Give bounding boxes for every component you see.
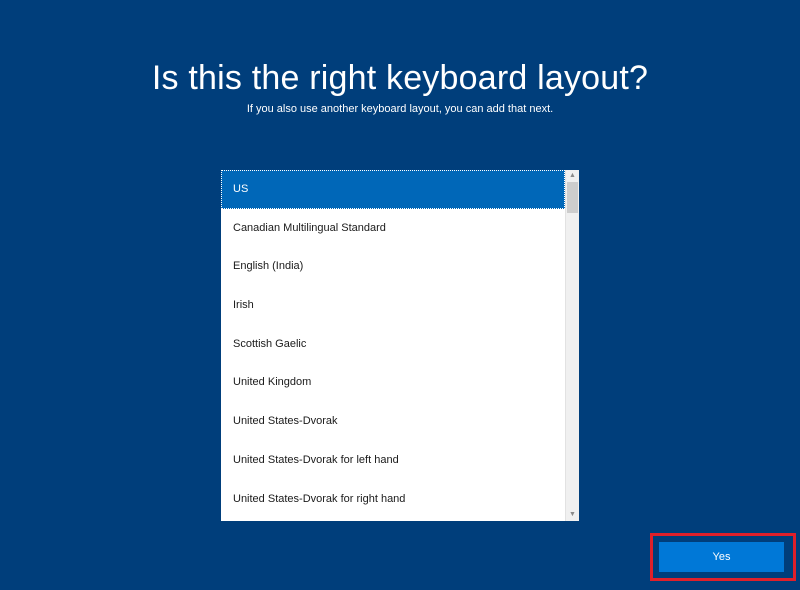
- yes-button[interactable]: Yes: [659, 542, 784, 572]
- chevron-down-icon[interactable]: ▼: [566, 509, 579, 521]
- list-item-irish[interactable]: Irish: [221, 286, 565, 325]
- page-subtitle: If you also use another keyboard layout,…: [246, 103, 554, 115]
- list-item-united-states-dvorak[interactable]: United States-Dvorak: [221, 402, 565, 441]
- scrollbar-thumb[interactable]: [567, 182, 578, 213]
- list-item-united-kingdom[interactable]: United Kingdom: [221, 363, 565, 402]
- page-title: Is this the right keyboard layout?: [151, 59, 649, 97]
- list-item-us[interactable]: US: [221, 170, 565, 209]
- list-item-english-india[interactable]: English (India): [221, 247, 565, 286]
- list-item-scottish-gaelic[interactable]: Scottish Gaelic: [221, 325, 565, 364]
- keyboard-layout-items: US Canadian Multilingual Standard Englis…: [221, 170, 565, 521]
- chevron-up-icon[interactable]: ▲: [566, 170, 579, 182]
- list-item-canadian-multilingual-standard[interactable]: Canadian Multilingual Standard: [221, 209, 565, 248]
- list-scrollbar[interactable]: ▲ ▼: [565, 170, 579, 521]
- list-item-united-states-dvorak-right-hand[interactable]: United States-Dvorak for right hand: [221, 480, 565, 519]
- keyboard-layout-list[interactable]: US Canadian Multilingual Standard Englis…: [221, 170, 579, 521]
- list-item-united-states-dvorak-left-hand[interactable]: United States-Dvorak for left hand: [221, 441, 565, 480]
